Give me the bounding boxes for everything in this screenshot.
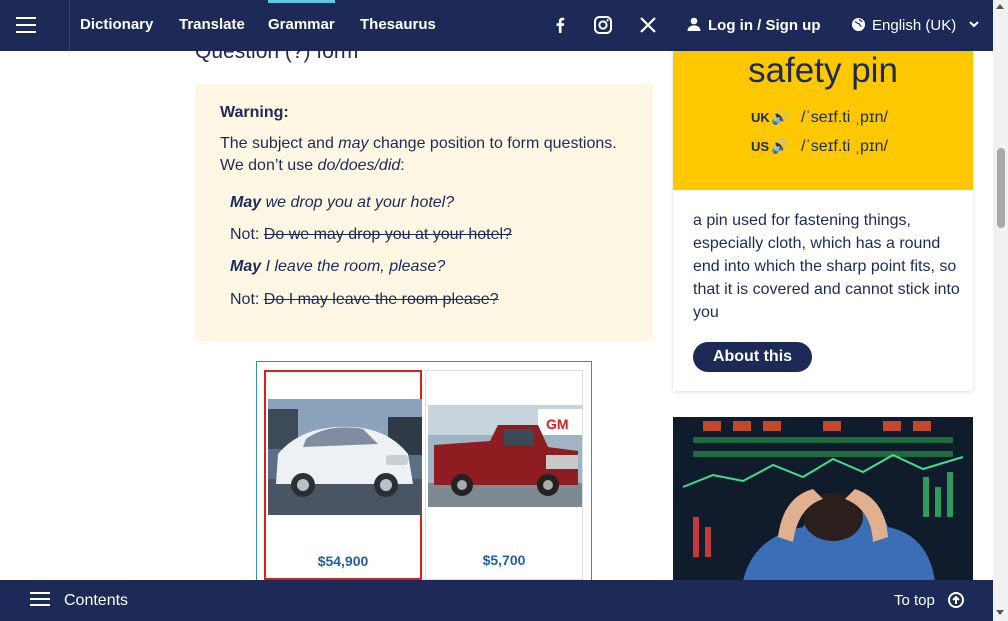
warning-title: Warning: <box>220 104 289 121</box>
warning-text-part: The subject and <box>220 135 339 152</box>
word-card: safety pin UK🔊 /ˈseɪf.ti ˌpɪn/ US 🔊 /ˈseɪf.… <box>673 51 973 391</box>
pron-uk-label: UK <box>751 110 770 125</box>
example-rest: I leave the room, please? <box>261 258 446 275</box>
user-icon <box>687 17 701 31</box>
example-incorrect: Not: Do we may drop you at your hotel? <box>230 226 512 244</box>
contents-button[interactable]: Contents <box>64 580 128 621</box>
word-card-header: safety pin UK🔊 /ˈseɪf.ti ˌpɪn/ US 🔊 /ˈseɪf.… <box>673 51 973 190</box>
pron-us: US 🔊 /ˈseɪf.ti ˌpɪn/ <box>751 138 888 156</box>
ad-frame: $54,900 GM $5,700 <box>256 361 592 586</box>
headword[interactable]: safety pin <box>673 51 973 91</box>
white-luxury-car-image <box>268 399 422 515</box>
example-incorrect: Not: Do I may leave the room please? <box>230 291 499 309</box>
ad-price[interactable]: $5,700 <box>426 552 582 568</box>
example-sentence: May I leave the room, please? <box>230 258 445 276</box>
about-this-button[interactable]: About this <box>693 342 812 372</box>
warning-text-may: may <box>338 135 369 152</box>
language-selector[interactable]: English (UK) <box>851 0 980 51</box>
example-bold: May <box>230 194 262 211</box>
speaker-icon[interactable]: 🔊 <box>771 109 793 126</box>
ad-price[interactable]: $54,900 <box>266 553 420 569</box>
warning-text-dodoes: do/does/did <box>317 157 401 174</box>
hamburger-icon-line <box>16 31 36 33</box>
example-sentence: May we drop you at your hotel? <box>230 194 454 212</box>
ad-card-car[interactable]: $54,900 <box>264 370 422 580</box>
page-scrollbar[interactable] <box>993 0 1008 621</box>
instagram-icon[interactable] <box>592 14 614 36</box>
warning-box: Warning: The subject and may change posi… <box>195 84 653 341</box>
red-pickup-truck-image: GM <box>428 405 582 507</box>
speaker-icon[interactable]: 🔊 <box>771 138 793 155</box>
login-link[interactable]: Log in / Sign up <box>686 0 820 51</box>
stock-market-image[interactable] <box>673 417 973 581</box>
scroll-down-arrow-icon[interactable] <box>996 610 1004 615</box>
language-label: English (UK) <box>872 17 957 34</box>
bottom-bar: Contents To top <box>0 580 993 621</box>
nav-dictionary[interactable]: Dictionary <box>80 0 153 51</box>
arrow-up-circle-icon[interactable] <box>948 592 964 608</box>
menu-button[interactable] <box>0 0 70 51</box>
login-label: Log in / Sign up <box>708 17 821 34</box>
scroll-thumb[interactable] <box>997 148 1005 228</box>
hamburger-icon-line <box>16 24 36 26</box>
menu-line <box>30 604 50 606</box>
example-bold: May <box>230 258 262 275</box>
pron-uk: UK🔊 /ˈseɪf.ti ˌpɪn/ <box>751 109 888 127</box>
pron-uk-ipa: /ˈseɪf.ti ˌpɪn/ <box>801 109 888 126</box>
section-heading: Question (?) form <box>195 40 359 63</box>
example-not-label: Not: <box>230 291 264 308</box>
pron-us-label: US <box>751 139 770 154</box>
svg-text:GM: GM <box>546 416 569 432</box>
x-icon[interactable] <box>637 14 659 36</box>
ad-card-truck[interactable]: GM $5,700 <box>425 370 583 580</box>
example-not-label: Not: <box>230 226 264 243</box>
pron-us-ipa: /ˈseɪf.ti ˌpɪn/ <box>801 138 888 155</box>
menu-line <box>30 598 50 600</box>
definition: a pin used for fastening things, especia… <box>693 212 960 321</box>
facebook-icon[interactable] <box>549 14 571 36</box>
contents-menu-icon[interactable] <box>30 592 50 608</box>
warning-text: The subject and may change position to f… <box>220 133 630 177</box>
example-rest: we drop you at your hotel? <box>261 194 455 211</box>
to-top-button[interactable]: To top <box>894 580 935 621</box>
example-struck: Do we may drop you at your hotel? <box>263 226 512 243</box>
top-nav: Dictionary Translate Grammar Thesaurus L… <box>0 0 993 51</box>
hamburger-icon <box>16 17 36 19</box>
scroll-up-arrow-icon[interactable] <box>996 4 1004 9</box>
globe-icon <box>851 17 866 32</box>
example-struck: Do I may leave the room please? <box>263 291 499 308</box>
nav-thesaurus[interactable]: Thesaurus <box>360 0 436 51</box>
menu-line <box>30 592 50 594</box>
warning-text-part: : <box>400 157 405 174</box>
chevron-down-icon <box>969 21 980 28</box>
